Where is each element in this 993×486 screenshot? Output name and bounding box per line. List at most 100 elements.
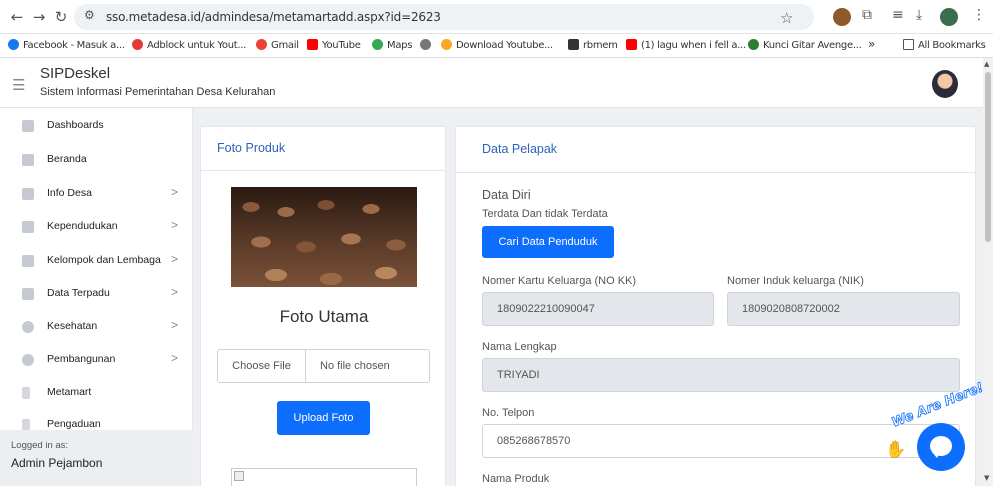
page-scrollbar[interactable]: ▲ ▼ [983, 58, 993, 486]
chevron-right-icon: > [171, 252, 179, 266]
bookmark-kunci-gitar[interactable]: Kunci Gitar Avenge... [748, 39, 862, 51]
bookmark-download-youtube[interactable]: Download Youtube... [441, 39, 553, 51]
nama-field[interactable]: TRIYADI [482, 358, 960, 392]
nik-field[interactable]: 1809020808720002 [727, 292, 960, 326]
menu-kebab-icon[interactable]: ⋮ [972, 7, 986, 23]
youtube-icon [307, 39, 318, 50]
sidebar-item-label: Info Desa [47, 187, 92, 199]
sidebar-item-info-desa[interactable]: Info Desa > [0, 179, 193, 212]
extensions-puzzle-icon[interactable]: ⧉ [862, 7, 872, 23]
bookmark-rbmem[interactable]: rbmem [568, 39, 618, 51]
bookmarks-more[interactable]: » [868, 37, 875, 51]
bookmark-lagu[interactable]: (1) lagu when i fell a... [626, 39, 746, 51]
facebook-icon [8, 39, 19, 50]
bookmark-youtube[interactable]: YouTube [307, 39, 361, 51]
rbmem-icon [568, 39, 579, 50]
sidebar-item-label: Pengaduan [47, 418, 101, 430]
bookmark-maps[interactable]: Maps [372, 39, 412, 51]
logged-in-name: Admin Pejambon [11, 456, 103, 470]
card-header: Foto Produk [201, 127, 445, 171]
url-text: sso.metadesa.id/admindesa/metamartadd.as… [106, 10, 441, 24]
sidebar-item-label: Dashboards [47, 119, 104, 131]
back-icon[interactable]: ← [6, 6, 28, 28]
scroll-up-icon[interactable]: ▲ [984, 60, 989, 68]
sidebar-item-beranda[interactable]: Beranda [0, 145, 193, 178]
all-bookmarks[interactable]: All Bookmarks [903, 39, 986, 51]
scrollbar-thumb[interactable] [985, 72, 991, 242]
section-title: Data Diri [482, 188, 531, 202]
bookmark-facebook[interactable]: Facebook - Masuk a... [8, 39, 125, 51]
sidebar-item-kelompok[interactable]: Kelompok dan Lembaga > [0, 246, 193, 279]
card-title: Data Pelapak [482, 142, 558, 156]
sidebar-item-pembangunan[interactable]: Pembangunan > [0, 345, 193, 378]
app-subtitle: Sistem Informasi Pemerintahan Desa Kelur… [40, 86, 276, 98]
address-bar[interactable]: ⚙ sso.metadesa.id/admindesa/metamartadd.… [74, 4, 814, 30]
cari-data-penduduk-button[interactable]: Cari Data Penduduk [482, 226, 614, 258]
bookmark-star-icon[interactable]: ☆ [780, 9, 793, 27]
product-photo [231, 187, 417, 287]
no-kk-field[interactable]: 1809022210090047 [482, 292, 714, 326]
no-kk-value: 1809022210090047 [497, 303, 595, 315]
sidebar-item-label: Beranda [47, 153, 87, 165]
sidebar-item-data-terpadu[interactable]: Data Terpadu > [0, 279, 193, 312]
file-status: No file chosen [320, 360, 390, 372]
waving-hand-icon: ✋ [885, 440, 907, 460]
adblock-icon [132, 39, 143, 50]
sidebar-item-metamart[interactable]: Metamart [0, 378, 193, 411]
broken-image-icon [234, 471, 244, 481]
site-info-icon[interactable]: ⚙ [84, 8, 95, 22]
file-input[interactable]: Choose File No file chosen [217, 349, 430, 383]
apps-icon [22, 288, 34, 300]
telpon-value: 085268678570 [497, 435, 571, 447]
building-icon [22, 188, 34, 200]
shield-icon [22, 255, 34, 267]
sidebar-item-kesehatan[interactable]: Kesehatan > [0, 312, 193, 345]
bookmark-adblock[interactable]: Adblock untuk Yout... [132, 39, 246, 51]
foto-produk-card: Foto Produk Foto Utama Choose File No fi… [200, 126, 446, 486]
chevron-right-icon: > [171, 218, 179, 232]
sidebar-item-label: Data Terpadu [47, 287, 110, 299]
download-arrow-icon [441, 39, 452, 50]
choose-file-button[interactable]: Choose File [218, 350, 306, 382]
chevron-right-icon: > [171, 318, 179, 332]
section-subtitle: Terdata Dan tidak Terdata [482, 208, 608, 220]
chat-bubble-icon [930, 436, 952, 458]
upload-foto-button[interactable]: Upload Foto [277, 401, 370, 435]
hamburger-menu-icon[interactable]: ☰ [12, 76, 25, 94]
chevron-right-icon: > [171, 285, 179, 299]
grid-icon [22, 154, 34, 166]
globe-icon [420, 39, 431, 50]
logged-in-caption: Logged in as: [11, 440, 69, 451]
app-title: SIPDeskel [40, 65, 111, 82]
reading-list-icon[interactable]: ≡ [892, 7, 904, 23]
dashboard-icon [22, 120, 34, 132]
user-avatar[interactable] [932, 70, 958, 98]
bookmark-gmail[interactable]: Gmail [256, 39, 299, 51]
reload-icon[interactable]: ↻ [50, 6, 72, 28]
people-icon [22, 221, 34, 233]
forward-icon[interactable]: → [28, 6, 50, 28]
sidebar-item-label: Metamart [47, 386, 92, 398]
sidebar: Dashboards Beranda Info Desa > Kependudu… [0, 108, 193, 486]
card-header: Data Pelapak [456, 127, 975, 173]
profile-icon[interactable] [940, 8, 958, 26]
sidebar-item-kependudukan[interactable]: Kependudukan > [0, 212, 193, 245]
bookmarks-bar: Facebook - Masuk a... Adblock untuk Yout… [0, 34, 993, 58]
nik-label: Nomer Induk keluarga (NIK) [727, 275, 864, 287]
nama-value: TRIYADI [497, 369, 540, 381]
sidebar-item-label: Kesehatan [47, 320, 98, 332]
sidebar-item-label: Kelompok dan Lembaga [47, 254, 161, 266]
globe-icon [22, 354, 34, 366]
scroll-down-icon[interactable]: ▼ [984, 474, 989, 482]
sidebar-item-dashboards[interactable]: Dashboards [0, 111, 193, 144]
chat-launcher-button[interactable] [917, 423, 965, 471]
bookmark-globe[interactable] [420, 39, 435, 51]
app-header: ☰ SIPDeskel Sistem Informasi Pemerintaha… [0, 58, 983, 108]
download-icon[interactable]: ⤓ [916, 7, 922, 23]
data-pelapak-card: Data Pelapak Data Diri Terdata Dan tidak… [455, 126, 976, 486]
nik-value: 1809020808720002 [742, 303, 840, 315]
bar-chart-icon [22, 387, 30, 399]
extension-cookie-icon[interactable] [833, 8, 851, 26]
globe-icon [22, 321, 34, 333]
image-placeholder [231, 468, 417, 486]
